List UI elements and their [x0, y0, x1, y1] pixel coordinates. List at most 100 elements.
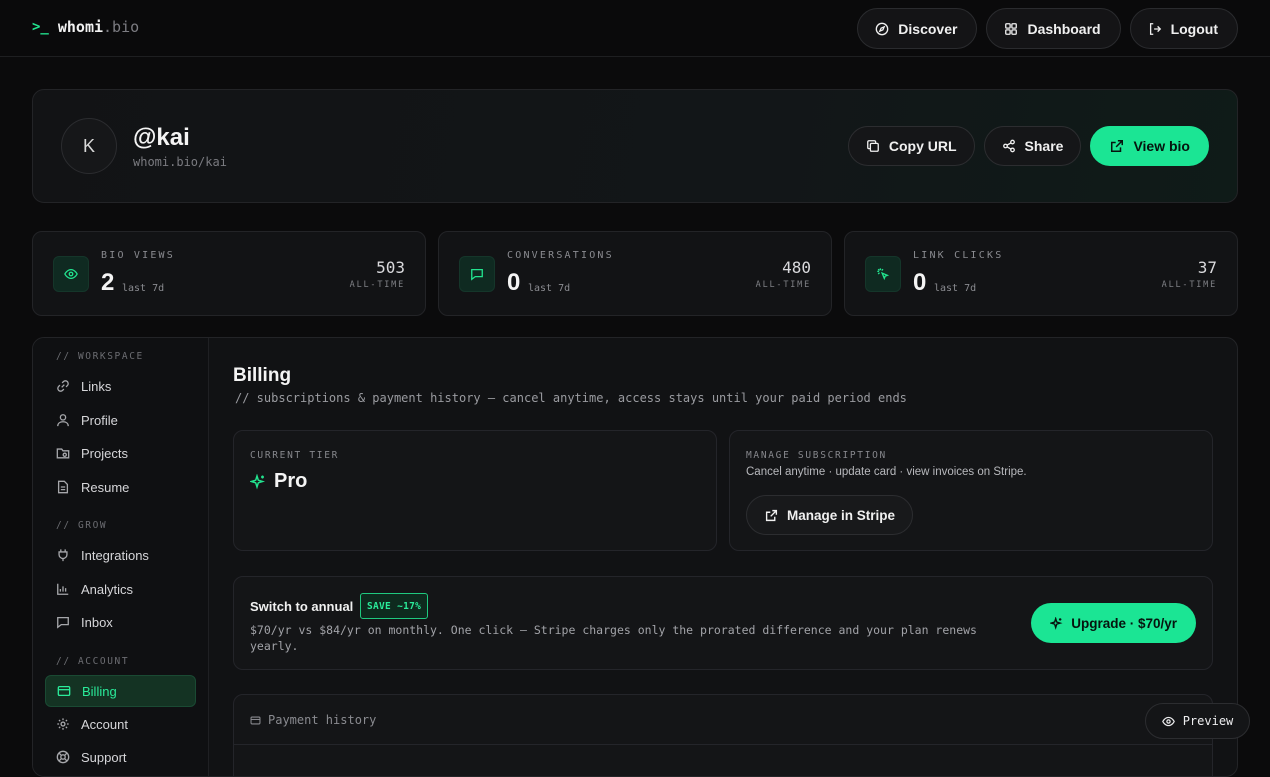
- preview-label: Preview: [1182, 714, 1234, 728]
- view-bio-button[interactable]: View bio: [1090, 126, 1209, 166]
- divider: [234, 744, 1212, 745]
- stat-alltime-value: 480: [782, 258, 811, 277]
- copy-url-button[interactable]: Copy URL: [847, 126, 975, 166]
- folder-icon: [56, 446, 70, 460]
- lifebuoy-icon: [56, 750, 70, 764]
- sidebar-section-grow: // GROW: [56, 520, 108, 531]
- sidebar-item-label: Projects: [81, 445, 128, 461]
- document-icon: [56, 480, 70, 494]
- sidebar-item-label: Profile: [81, 412, 118, 428]
- profile-handle: @kai: [133, 124, 190, 151]
- sidebar-item-label: Support: [81, 749, 127, 765]
- stat-label: CONVERSATIONS: [507, 250, 614, 261]
- sidebar-item-analytics[interactable]: Analytics: [45, 573, 196, 605]
- sidebar-section-account: // ACCOUNT: [56, 656, 130, 667]
- brand-name: whomi: [57, 18, 104, 36]
- stat-value: 0: [913, 269, 927, 296]
- sidebar-item-inbox[interactable]: Inbox: [45, 606, 196, 638]
- inbox-message-icon: [56, 615, 70, 629]
- sidebar-item-profile[interactable]: Profile: [45, 404, 196, 436]
- top-navigation: >_ whomi.bio Discover Dashboard Logout: [0, 0, 1270, 57]
- sidebar-item-label: Analytics: [81, 581, 134, 597]
- share-icon: [1002, 139, 1016, 153]
- sidebar-item-projects[interactable]: Projects: [45, 437, 196, 469]
- click-icon: [865, 256, 901, 292]
- dashboard-label: Dashboard: [1027, 20, 1101, 37]
- sidebar-section-workspace: // WORKSPACE: [56, 351, 144, 362]
- manage-subscription-label: MANAGE SUBSCRIPTION: [746, 450, 887, 461]
- avatar: K: [61, 118, 117, 174]
- sparkles-icon: [250, 473, 266, 490]
- manage-subscription-card: MANAGE SUBSCRIPTION Cancel anytime · upd…: [729, 430, 1213, 551]
- manage-subscription-description: Cancel anytime · update card · view invo…: [746, 466, 1027, 478]
- sidebar-item-label: Resume: [81, 479, 130, 495]
- logout-icon: [1148, 22, 1162, 36]
- terminal-prompt-icon: >_: [32, 19, 49, 35]
- gear-icon: [56, 717, 70, 731]
- switch-annual-card: Switch to annual SAVE ~17% $70/yr vs $84…: [233, 576, 1213, 670]
- discover-button[interactable]: Discover: [857, 8, 978, 49]
- logout-label: Logout: [1170, 20, 1218, 37]
- sidebar-item-label: Links: [81, 378, 112, 394]
- sidebar-item-resume[interactable]: Resume: [45, 471, 196, 503]
- discover-label: Discover: [898, 20, 958, 37]
- grid-icon: [1004, 22, 1018, 36]
- plug-icon: [56, 548, 70, 562]
- sidebar-item-label: Inbox: [81, 614, 113, 630]
- profile-url: whomi.bio/kai: [133, 155, 227, 169]
- eye-icon: [53, 256, 89, 292]
- upgrade-annual-label: Upgrade · $70/yr: [1071, 615, 1177, 631]
- sidebar-item-support[interactable]: Support: [45, 741, 196, 773]
- copy-url-label: Copy URL: [888, 138, 957, 154]
- manage-in-stripe-button[interactable]: Manage in Stripe: [746, 495, 914, 535]
- sidebar-item-label: Account: [81, 716, 128, 732]
- payment-history-card: Payment history: [233, 694, 1213, 776]
- brand-tld: .bio: [103, 18, 140, 36]
- external-link-icon: [1110, 139, 1124, 153]
- brand-logo[interactable]: >_ whomi.bio: [32, 18, 139, 36]
- sidebar-item-links[interactable]: Links: [45, 370, 196, 402]
- share-button[interactable]: Share: [983, 126, 1082, 166]
- stat-value: 0: [507, 269, 521, 296]
- sidebar-item-account[interactable]: Account: [45, 708, 196, 740]
- external-link-icon: [765, 509, 778, 522]
- stat-alltime-label: ALL-TIME: [755, 280, 811, 290]
- bar-chart-icon: [56, 582, 70, 596]
- sidebar: // WORKSPACE Links Profile Projects Resu…: [33, 338, 209, 776]
- sidebar-item-integrations[interactable]: Integrations: [45, 539, 196, 571]
- eye-icon: [1161, 715, 1175, 728]
- message-icon: [459, 256, 495, 292]
- dashboard-button[interactable]: Dashboard: [986, 8, 1121, 49]
- page-subtitle: // subscriptions & payment history — can…: [235, 391, 907, 405]
- compass-icon: [875, 22, 889, 36]
- manage-in-stripe-label: Manage in Stripe: [787, 507, 896, 523]
- save-badge: SAVE ~17%: [360, 593, 429, 619]
- share-label: Share: [1024, 138, 1064, 154]
- view-bio-label: View bio: [1133, 138, 1190, 154]
- stat-card-conversations: CONVERSATIONS 0 last 7d 480 ALL-TIME: [438, 231, 832, 316]
- profile-header-card: K @kai whomi.bio/kai Copy URL Share View…: [32, 89, 1238, 203]
- stat-alltime-value: 37: [1197, 258, 1217, 277]
- user-icon: [56, 413, 70, 427]
- upgrade-annual-button[interactable]: Upgrade · $70/yr: [1031, 603, 1196, 643]
- stat-value: 2: [101, 269, 115, 296]
- switch-annual-title: Switch to annual: [250, 599, 354, 614]
- sidebar-item-label: Integrations: [81, 547, 149, 563]
- page-title: Billing: [233, 365, 292, 386]
- sidebar-item-billing[interactable]: Billing: [45, 675, 196, 707]
- current-tier-card: CURRENT TIER Pro: [233, 430, 717, 551]
- stat-alltime-label: ALL-TIME: [1161, 280, 1217, 290]
- credit-card-icon: [250, 715, 261, 726]
- credit-card-icon: [57, 684, 71, 698]
- preview-button[interactable]: Preview: [1145, 703, 1250, 739]
- current-tier-value: Pro: [274, 470, 308, 492]
- stat-label: BIO VIEWS: [101, 250, 175, 261]
- stat-card-link-clicks: LINK CLICKS 0 last 7d 37 ALL-TIME: [844, 231, 1238, 316]
- link-icon: [56, 379, 70, 393]
- logout-button[interactable]: Logout: [1129, 8, 1238, 49]
- stat-unit: last 7d: [934, 283, 977, 294]
- stat-alltime-label: ALL-TIME: [349, 280, 405, 290]
- stat-unit: last 7d: [528, 283, 571, 294]
- current-tier-label: CURRENT TIER: [250, 450, 340, 461]
- sparkles-icon: [1050, 616, 1063, 630]
